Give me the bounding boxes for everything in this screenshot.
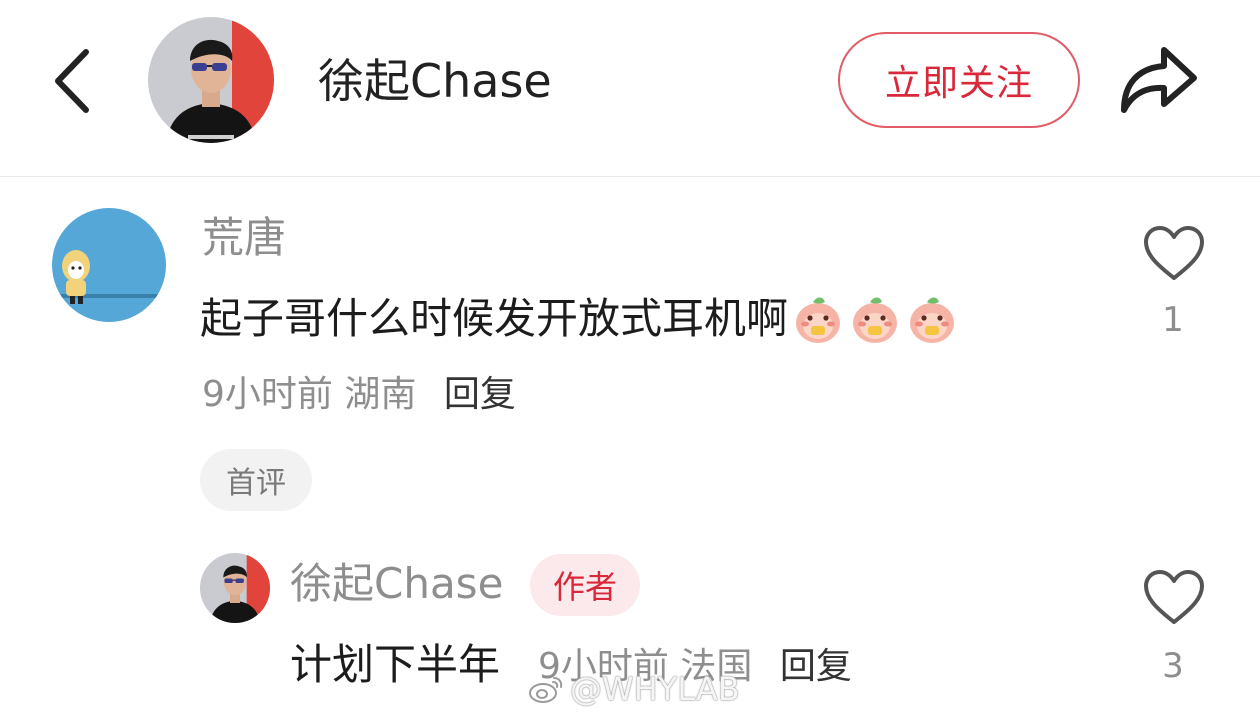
peach-emoji-icon — [791, 292, 845, 346]
reply-author-name[interactable]: 徐起Chase — [290, 554, 503, 614]
peach-emoji-icon — [905, 292, 959, 346]
heart-icon — [1144, 570, 1204, 624]
chevron-left-icon — [55, 49, 89, 113]
author-reply-avatar-image — [200, 553, 270, 623]
share-button[interactable] — [1116, 40, 1200, 120]
commenter-avatar-image — [52, 208, 166, 322]
comment-meta: 9小时前 湖南 回复 — [202, 366, 516, 424]
author-badge: 作者 — [530, 554, 640, 616]
peach-emoji-icon — [848, 292, 902, 346]
first-comment-tag: 首评 — [200, 449, 312, 511]
comment-time: 9小时前 — [202, 374, 333, 415]
watermark: @WHYLAB — [528, 670, 740, 708]
share-icon — [1121, 47, 1197, 113]
comment-text: 起子哥什么时候发开放式耳机啊 — [200, 288, 959, 350]
reply-button[interactable]: 回复 — [780, 646, 852, 687]
commenter-avatar[interactable] — [52, 208, 166, 322]
author-avatar[interactable] — [148, 17, 274, 143]
back-button[interactable] — [38, 36, 108, 126]
comment-body: 起子哥什么时候发开放式耳机啊 — [200, 294, 789, 343]
like-count: 3 — [1162, 646, 1184, 686]
comment-location: 湖南 — [344, 374, 417, 415]
like-button[interactable] — [1142, 568, 1206, 628]
like-button[interactable] — [1142, 224, 1206, 284]
watermark-text: @WHYLAB — [570, 670, 740, 708]
reply-button[interactable]: 回复 — [444, 374, 516, 415]
author-avatar-image — [148, 17, 274, 143]
weibo-logo-icon — [529, 677, 563, 703]
author-name[interactable]: 徐起Chase — [318, 46, 552, 116]
top-bar: 徐起Chase 立即关注 — [0, 0, 1260, 177]
reply-text: 计划下半年 — [290, 640, 501, 689]
follow-button[interactable]: 立即关注 — [838, 32, 1080, 128]
author-reply-avatar[interactable] — [200, 553, 270, 623]
like-count: 1 — [1162, 300, 1184, 340]
commenter-name[interactable]: 荒唐 — [202, 208, 286, 268]
heart-icon — [1144, 226, 1204, 280]
